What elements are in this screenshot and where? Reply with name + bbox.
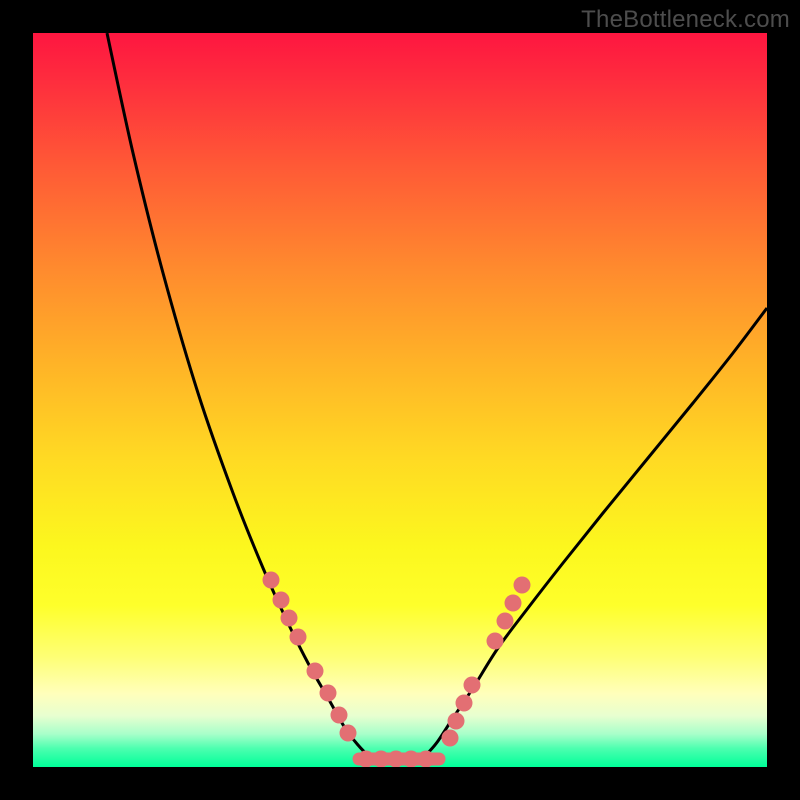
data-point	[340, 725, 357, 742]
data-point	[290, 629, 307, 646]
data-point	[448, 713, 465, 730]
data-point	[487, 633, 504, 650]
left-curve	[107, 33, 378, 761]
data-point	[418, 751, 435, 768]
data-point	[442, 730, 459, 747]
data-point	[358, 751, 375, 768]
data-point	[273, 592, 290, 609]
data-point	[281, 610, 298, 627]
data-point	[464, 677, 481, 694]
chart-svg	[33, 33, 767, 767]
data-point	[497, 613, 514, 630]
data-point	[505, 595, 522, 612]
data-point	[388, 751, 405, 768]
data-point	[263, 572, 280, 589]
plot-area	[33, 33, 767, 767]
watermark-text: TheBottleneck.com	[581, 6, 790, 34]
data-point	[373, 751, 390, 768]
data-point	[320, 685, 337, 702]
outer-frame: TheBottleneck.com	[0, 0, 800, 800]
data-point	[307, 663, 324, 680]
data-point	[331, 707, 348, 724]
data-point	[403, 751, 420, 768]
data-point	[456, 695, 473, 712]
data-point	[514, 577, 531, 594]
